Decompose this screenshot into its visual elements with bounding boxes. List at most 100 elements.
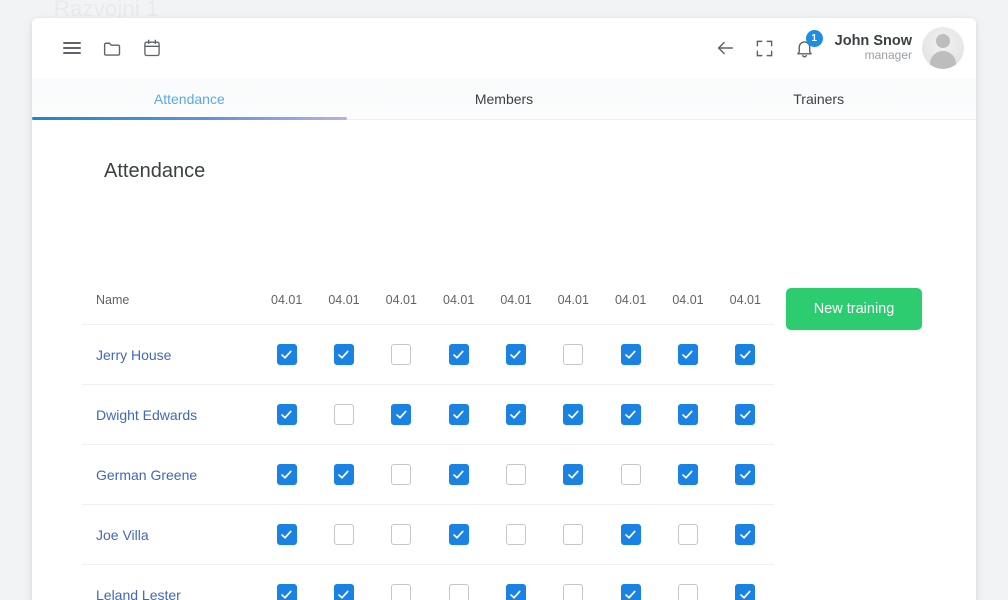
- attendance-checkbox-checked[interactable]: [333, 344, 354, 365]
- attendance-checkbox-unchecked[interactable]: [333, 404, 354, 425]
- attendance-cell: [487, 444, 545, 505]
- attendance-cell: [487, 564, 545, 600]
- attendance-checkbox-unchecked[interactable]: [505, 464, 526, 485]
- calendar-icon[interactable]: [132, 28, 172, 68]
- attendance-cell: [487, 384, 545, 445]
- attendance-checkbox-checked[interactable]: [620, 584, 641, 600]
- column-header-date: 04.01: [258, 293, 316, 325]
- avatar[interactable]: [922, 27, 964, 69]
- app-header: 1 John Snow manager: [32, 18, 976, 78]
- member-name-link[interactable]: Dwight Edwards: [82, 384, 258, 445]
- attendance-cell: [716, 384, 774, 445]
- attendance-checkbox-checked[interactable]: [505, 344, 526, 365]
- tab-members[interactable]: Members: [347, 78, 662, 119]
- attendance-checkbox-unchecked[interactable]: [448, 584, 469, 600]
- attendance-cell: [429, 564, 488, 600]
- attendance-checkbox-checked[interactable]: [735, 584, 756, 600]
- attendance-checkbox-checked[interactable]: [276, 464, 297, 485]
- attendance-checkbox-checked[interactable]: [735, 344, 756, 365]
- bell-icon[interactable]: 1: [785, 28, 825, 68]
- attendance-checkbox-checked[interactable]: [333, 584, 354, 600]
- attendance-checkbox-checked[interactable]: [620, 524, 641, 545]
- attendance-cell: [258, 324, 316, 385]
- attendance-checkbox-checked[interactable]: [677, 464, 698, 485]
- attendance-checkbox-unchecked[interactable]: [391, 464, 412, 485]
- table-header-row: Name 04.01 04.01 04.01 04.01 04.01 04.01…: [82, 293, 774, 325]
- attendance-checkbox-unchecked[interactable]: [391, 524, 412, 545]
- attendance-checkbox-unchecked[interactable]: [677, 524, 698, 545]
- attendance-cell: [716, 324, 774, 385]
- hamburger-menu-icon[interactable]: [52, 28, 92, 68]
- attendance-cell: [487, 324, 545, 385]
- column-header-date: 04.01: [315, 293, 373, 325]
- attendance-checkbox-checked[interactable]: [448, 344, 469, 365]
- attendance-checkbox-checked[interactable]: [563, 464, 584, 485]
- attendance-checkbox-checked[interactable]: [677, 344, 698, 365]
- attendance-checkbox-unchecked[interactable]: [677, 584, 698, 600]
- attendance-cell: [659, 324, 717, 385]
- attendance-checkbox-unchecked[interactable]: [391, 584, 412, 600]
- arrow-left-icon[interactable]: [705, 28, 745, 68]
- attendance-checkbox-checked[interactable]: [735, 404, 756, 425]
- new-training-button[interactable]: New training: [786, 288, 922, 330]
- attendance-checkbox-checked[interactable]: [735, 464, 756, 485]
- attendance-checkbox-checked[interactable]: [333, 464, 354, 485]
- attendance-checkbox-checked[interactable]: [505, 584, 526, 600]
- member-name-link[interactable]: Leland Lester: [82, 564, 258, 600]
- attendance-cell: [544, 564, 602, 600]
- attendance-checkbox-checked[interactable]: [505, 404, 526, 425]
- attendance-cell: [372, 504, 430, 565]
- member-name-link[interactable]: German Greene: [82, 444, 258, 505]
- attendance-table-container: Name 04.01 04.01 04.01 04.01 04.01 04.01…: [82, 293, 774, 600]
- attendance-checkbox-checked[interactable]: [448, 464, 469, 485]
- attendance-cell: [258, 384, 316, 445]
- member-name-link[interactable]: Joe Villa: [82, 504, 258, 565]
- attendance-table: Name 04.01 04.01 04.01 04.01 04.01 04.01…: [82, 293, 774, 600]
- attendance-checkbox-checked[interactable]: [448, 524, 469, 545]
- table-body: Jerry House Dwight Edwards German Greene Jo…: [82, 324, 774, 600]
- tab-trainers[interactable]: Trainers: [661, 78, 976, 119]
- attendance-checkbox-checked[interactable]: [276, 404, 297, 425]
- attendance-checkbox-checked[interactable]: [677, 404, 698, 425]
- column-header-date: 04.01: [487, 293, 545, 325]
- column-header-name: Name: [82, 293, 258, 325]
- attendance-cell: [487, 504, 545, 565]
- attendance-cell: [429, 444, 488, 505]
- attendance-cell: [601, 504, 660, 565]
- attendance-checkbox-unchecked[interactable]: [333, 524, 354, 545]
- attendance-checkbox-checked[interactable]: [276, 584, 297, 600]
- attendance-checkbox-checked[interactable]: [563, 404, 584, 425]
- user-name: John Snow: [834, 32, 912, 49]
- attendance-cell: [429, 504, 488, 565]
- attendance-cell: [659, 564, 717, 600]
- attendance-cell: [372, 384, 430, 445]
- attendance-checkbox-checked[interactable]: [735, 524, 756, 545]
- table-row: Joe Villa: [82, 504, 774, 565]
- attendance-checkbox-unchecked[interactable]: [505, 524, 526, 545]
- attendance-checkbox-unchecked[interactable]: [563, 584, 584, 600]
- user-menu[interactable]: John Snow manager: [835, 33, 912, 63]
- attendance-checkbox-checked[interactable]: [620, 344, 641, 365]
- fullscreen-icon[interactable]: [745, 28, 785, 68]
- attendance-checkbox-unchecked[interactable]: [620, 464, 641, 485]
- attendance-checkbox-unchecked[interactable]: [391, 344, 412, 365]
- attendance-cell: [315, 384, 373, 445]
- attendance-checkbox-unchecked[interactable]: [563, 344, 584, 365]
- attendance-checkbox-checked[interactable]: [620, 404, 641, 425]
- attendance-checkbox-checked[interactable]: [391, 404, 412, 425]
- member-name-link[interactable]: Jerry House: [82, 324, 258, 385]
- tab-trainers-label: Trainers: [793, 90, 845, 107]
- attendance-cell: [258, 444, 316, 505]
- attendance-checkbox-checked[interactable]: [276, 344, 297, 365]
- attendance-cell: [716, 444, 774, 505]
- attendance-checkbox-unchecked[interactable]: [563, 524, 584, 545]
- table-head: Name 04.01 04.01 04.01 04.01 04.01 04.01…: [82, 293, 774, 325]
- notification-badge: 1: [805, 30, 823, 47]
- folder-icon[interactable]: [92, 28, 132, 68]
- tab-attendance[interactable]: Attendance: [32, 78, 347, 120]
- attendance-cell: [258, 504, 316, 565]
- attendance-cell: [258, 564, 316, 600]
- attendance-checkbox-checked[interactable]: [448, 404, 469, 425]
- attendance-checkbox-checked[interactable]: [276, 524, 297, 545]
- attendance-cell: [544, 504, 602, 565]
